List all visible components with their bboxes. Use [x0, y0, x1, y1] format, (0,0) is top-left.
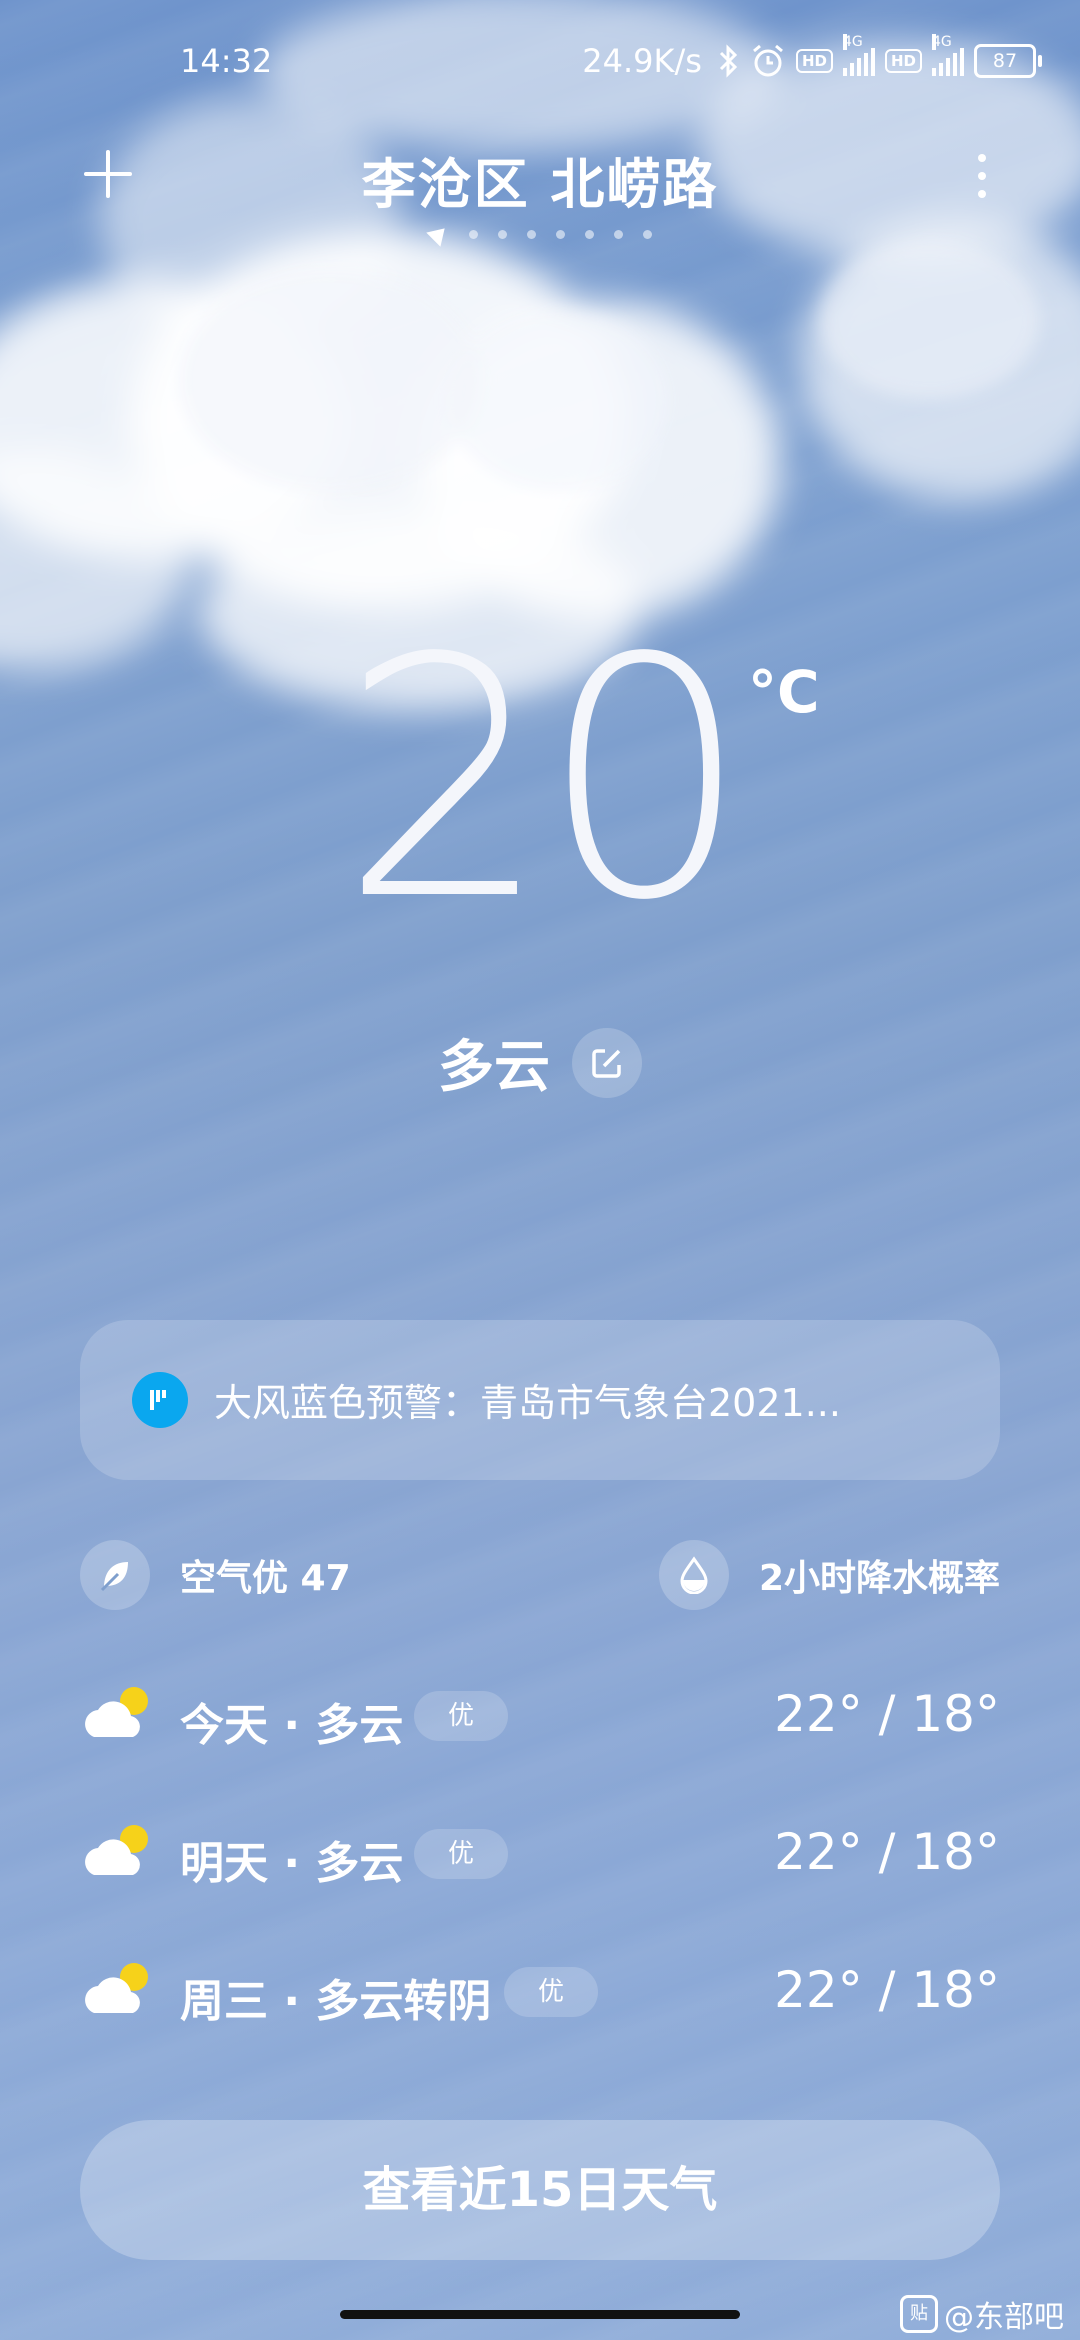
- leaf-icon: [80, 1540, 150, 1610]
- current-condition: 多云: [438, 1035, 550, 1100]
- alert-flag-icon: [132, 1372, 188, 1428]
- forecast-temps: 22° / 18°: [774, 1961, 1000, 2019]
- current-condition-row: 多云: [0, 1022, 1080, 1103]
- signal-icon-2: 4G: [932, 34, 964, 76]
- air-quality-text: 空气优 47: [180, 1558, 351, 1599]
- home-indicator[interactable]: [340, 2310, 740, 2319]
- forecast-label: 今天 · 多云: [180, 1700, 404, 1751]
- forecast-row[interactable]: 今天 · 多云 优 22° / 18°: [80, 1675, 1000, 1755]
- rain-probability[interactable]: 2小时降水概率: [658, 1540, 1000, 1610]
- page-indicator: [0, 221, 1080, 247]
- view-15-day-button[interactable]: 查看近15日天气: [80, 2120, 1000, 2260]
- bluetooth-icon: [719, 44, 738, 78]
- aqi-badge: 优: [504, 1967, 599, 2017]
- net-speed: 24.9K/s: [582, 42, 702, 80]
- partly-cloudy-icon: [85, 1687, 148, 1737]
- alert-text: 大风蓝色预警：青岛市气象台2021...: [214, 1381, 841, 1425]
- status-time: 14:32: [180, 42, 273, 80]
- status-indicators: 24.9K/s HD 4G HD 4G 87: [582, 34, 1042, 80]
- edit-feedback-button[interactable]: [572, 1027, 642, 1098]
- partly-cloudy-icon: [85, 1963, 148, 2013]
- alarm-icon: [753, 44, 783, 77]
- forecast-row[interactable]: 明天 · 多云 优 22° / 18°: [80, 1813, 1000, 1893]
- forecast-label: 周三 · 多云转阴: [180, 1976, 492, 2027]
- partly-cloudy-icon: [85, 1825, 148, 1875]
- page-dot: [526, 229, 536, 239]
- page-dot: [613, 229, 623, 239]
- signal-icon: 4G: [842, 34, 875, 76]
- weather-alert-card[interactable]: 大风蓝色预警：青岛市气象台2021...: [80, 1320, 1000, 1480]
- page-dot: [555, 229, 565, 239]
- rain-probability-text: 2小时降水概率: [758, 1558, 1000, 1599]
- hd-badge-2: HD: [884, 49, 922, 73]
- page-dot: [584, 229, 594, 239]
- edit-icon: [592, 1048, 621, 1078]
- location-title: 李沧区 北崂路: [361, 153, 719, 216]
- more-menu-icon[interactable]: [966, 152, 996, 200]
- current-temperature: 20: [340, 588, 750, 972]
- status-bar: 14:32 24.9K/s HD 4G HD 4G 87: [0, 34, 1080, 92]
- tieba-logo-icon: 贴: [900, 2295, 938, 2333]
- page-dot: [497, 229, 507, 239]
- forecast-temps: 22° / 18°: [774, 1823, 1000, 1881]
- watermark-text: @东部吧: [944, 2300, 1064, 2335]
- aqi-badge: 优: [414, 1691, 509, 1741]
- forecast-row[interactable]: 周三 · 多云转阴 优 22° / 18°: [80, 1951, 1000, 2031]
- air-quality[interactable]: 空气优 47: [80, 1540, 351, 1610]
- temperature-unit: °C: [748, 658, 820, 726]
- raindrop-icon: [658, 1540, 729, 1610]
- current-location-icon: [425, 221, 452, 247]
- watermark: 贴 @东部吧: [900, 2292, 1064, 2336]
- page-dot: [468, 229, 478, 239]
- hd-badge: HD: [795, 49, 833, 73]
- page-dot: [642, 229, 652, 239]
- forecast-temps: 22° / 18°: [774, 1685, 1000, 1743]
- forecast-label: 明天 · 多云: [180, 1838, 404, 1889]
- aqi-badge: 优: [414, 1829, 509, 1879]
- battery-icon: 87: [974, 44, 1042, 78]
